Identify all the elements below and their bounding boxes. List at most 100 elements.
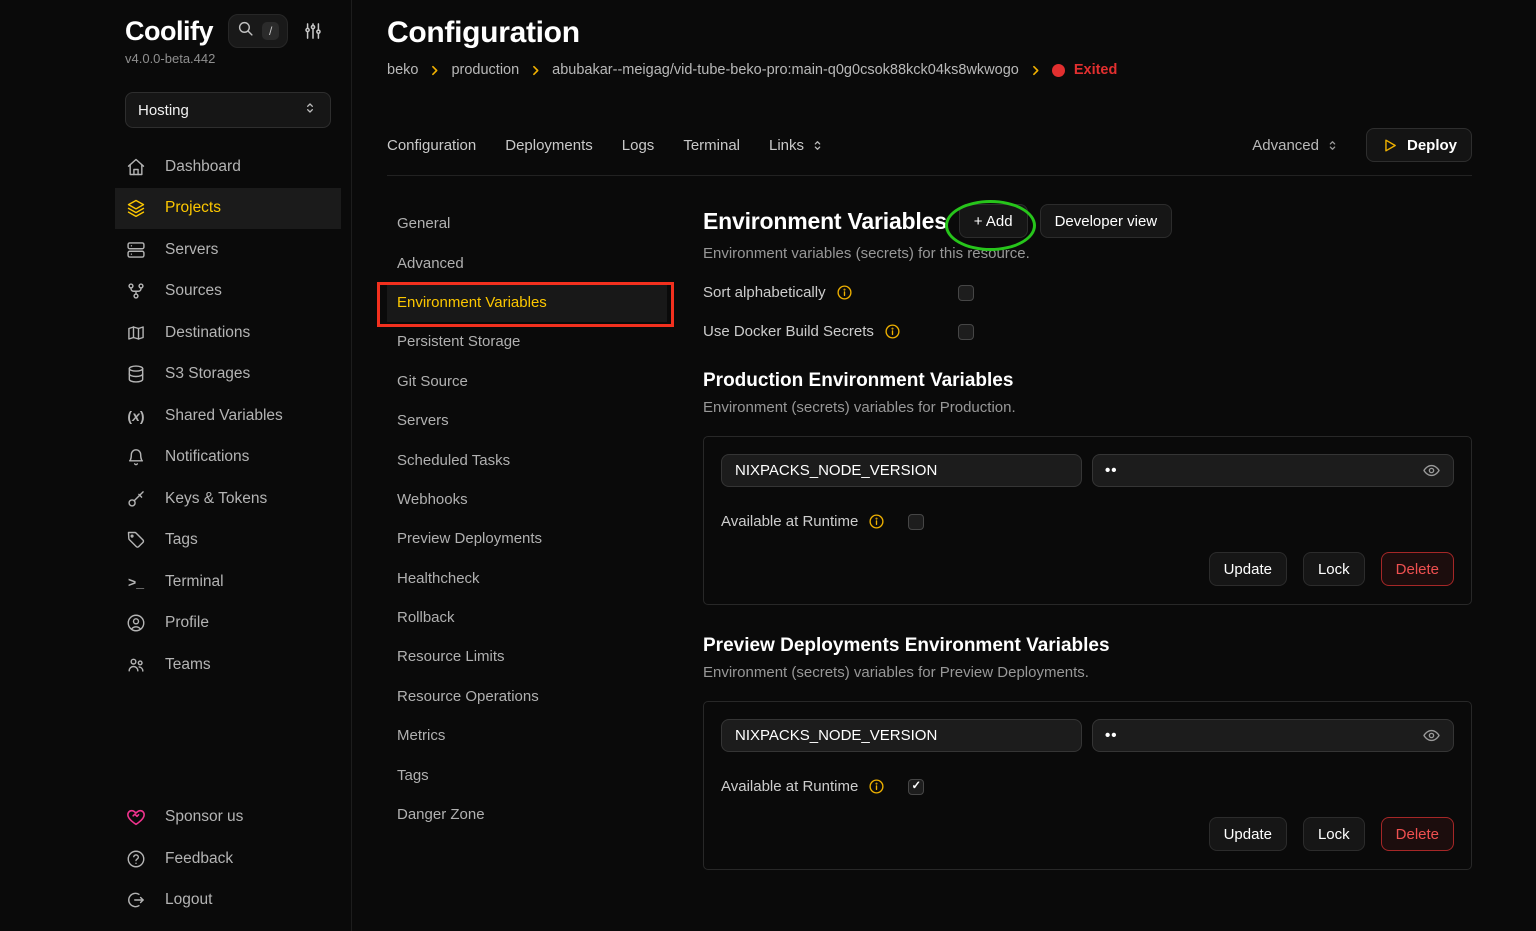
sort-alphabetically-checkbox[interactable] — [958, 285, 974, 301]
sidebar-item-servers[interactable]: Servers — [115, 229, 341, 271]
search-icon — [237, 20, 254, 42]
update-button[interactable]: Update — [1209, 817, 1287, 851]
deploy-button[interactable]: Deploy — [1366, 128, 1472, 162]
available-at-runtime-label: Available at Runtime — [721, 513, 858, 530]
status-badge: Exited — [1052, 62, 1118, 78]
sidebar-item-keys-tokens[interactable]: Keys & Tokens — [115, 478, 341, 520]
available-at-runtime-label: Available at Runtime — [721, 778, 858, 795]
status-dot-icon — [1052, 64, 1065, 77]
production-section-title: Production Environment Variables — [703, 370, 1472, 392]
advanced-dropdown-label: Advanced — [1252, 137, 1319, 154]
info-icon[interactable] — [836, 284, 853, 301]
sidebar-item-shared-variables[interactable]: (x) Shared Variables — [115, 395, 341, 437]
submenu-item-persistent-storage[interactable]: Persistent Storage — [387, 322, 667, 361]
breadcrumb-resource[interactable]: abubakar--meigag/vid-tube-beko-pro:main-… — [552, 62, 1019, 78]
submenu-item-rollback[interactable]: Rollback — [387, 598, 667, 637]
sidebar-item-s3-storages[interactable]: S3 Storages — [115, 354, 341, 396]
docker-build-secrets-checkbox[interactable] — [958, 324, 974, 340]
tab-deployments[interactable]: Deployments — [505, 137, 593, 154]
available-at-runtime-checkbox[interactable] — [908, 514, 924, 530]
submenu-item-resource-limits[interactable]: Resource Limits — [387, 637, 667, 676]
production-variable-card: •• Available at Runtime Update Lock Dele… — [703, 436, 1472, 605]
settings-sliders-icon[interactable] — [303, 21, 323, 41]
deploy-button-label: Deploy — [1407, 137, 1457, 154]
breadcrumb-environment[interactable]: production — [451, 62, 519, 78]
variable-value-field[interactable]: •• — [1092, 719, 1454, 752]
sidebar-item-sponsor-us[interactable]: Sponsor us — [115, 797, 341, 839]
submenu-item-scheduled-tasks[interactable]: Scheduled Tasks — [387, 440, 667, 479]
tab-divider — [387, 175, 1472, 176]
sidebar-item-feedback[interactable]: Feedback — [115, 838, 341, 880]
add-variable-button[interactable]: + Add — [959, 204, 1028, 238]
main-area: Configuration beko production abubakar--… — [352, 0, 1536, 931]
sidebar-item-logout[interactable]: Logout — [115, 880, 341, 922]
breadcrumb: beko production abubakar--meigag/vid-tub… — [387, 62, 1472, 78]
submenu-item-preview-deployments[interactable]: Preview Deployments — [387, 519, 667, 558]
sidebar-item-label: Shared Variables — [165, 407, 283, 425]
update-button[interactable]: Update — [1209, 552, 1287, 586]
tab-terminal[interactable]: Terminal — [683, 137, 740, 154]
sidebar-item-label: Feedback — [165, 850, 233, 868]
production-section-subtitle: Environment (secrets) variables for Prod… — [703, 399, 1472, 416]
submenu-item-metrics[interactable]: Metrics — [387, 716, 667, 755]
variable-key-input[interactable] — [721, 719, 1082, 752]
delete-button[interactable]: Delete — [1381, 552, 1454, 586]
breadcrumb-project[interactable]: beko — [387, 62, 418, 78]
submenu-item-environment-variables[interactable]: Environment Variables — [387, 283, 667, 322]
developer-view-button[interactable]: Developer view — [1040, 204, 1173, 238]
sidebar-item-teams[interactable]: Teams — [115, 644, 341, 686]
tab-configuration[interactable]: Configuration — [387, 137, 476, 154]
status-label: Exited — [1074, 62, 1118, 78]
info-icon[interactable] — [868, 778, 885, 795]
sidebar-item-label: Profile — [165, 614, 209, 632]
bell-icon — [125, 447, 147, 467]
sidebar-item-notifications[interactable]: Notifications — [115, 437, 341, 479]
advanced-dropdown[interactable]: Advanced — [1252, 137, 1340, 154]
git-source-icon — [125, 281, 147, 301]
sidebar-item-dashboard[interactable]: Dashboard — [115, 146, 341, 188]
sidebar-item-destinations[interactable]: Destinations — [115, 312, 341, 354]
lock-button[interactable]: Lock — [1303, 552, 1365, 586]
info-icon[interactable] — [868, 513, 885, 530]
delete-button[interactable]: Delete — [1381, 817, 1454, 851]
sidebar-item-terminal[interactable]: >_ Terminal — [115, 561, 341, 603]
variable-value-masked: •• — [1105, 727, 1422, 744]
sidebar-nav: Dashboard Projects Servers Sources Desti… — [125, 146, 341, 686]
submenu-item-advanced[interactable]: Advanced — [387, 243, 667, 282]
tab-logs[interactable]: Logs — [622, 137, 655, 154]
variable-key-input[interactable] — [721, 454, 1082, 487]
chevron-up-down-icon — [1325, 138, 1340, 153]
sidebar-item-profile[interactable]: Profile — [115, 603, 341, 645]
sidebar-item-sources[interactable]: Sources — [115, 271, 341, 313]
terminal-icon: >_ — [125, 574, 147, 590]
eye-icon[interactable] — [1422, 461, 1441, 480]
tab-bar-right: Advanced Deploy — [1252, 128, 1472, 162]
submenu-item-servers[interactable]: Servers — [387, 401, 667, 440]
tag-icon — [125, 530, 147, 550]
layers-icon — [125, 198, 147, 218]
lock-button[interactable]: Lock — [1303, 817, 1365, 851]
submenu-item-resource-operations[interactable]: Resource Operations — [387, 677, 667, 716]
sidebar-footer: Sponsor us Feedback Logout — [125, 797, 341, 922]
search-button[interactable]: / — [228, 14, 288, 48]
available-at-runtime-checkbox[interactable]: ✓ — [908, 779, 924, 795]
sidebar-item-label: Teams — [165, 656, 211, 674]
variable-value-field[interactable]: •• — [1092, 454, 1454, 487]
sidebar-item-projects[interactable]: Projects — [115, 188, 341, 230]
eye-icon[interactable] — [1422, 726, 1441, 745]
sidebar-item-tags[interactable]: Tags — [115, 520, 341, 562]
submenu-item-danger-zone[interactable]: Danger Zone — [387, 795, 667, 834]
submenu-item-git-source[interactable]: Git Source — [387, 362, 667, 401]
submenu-item-healthcheck[interactable]: Healthcheck — [387, 559, 667, 598]
submenu-item-webhooks[interactable]: Webhooks — [387, 480, 667, 519]
info-icon[interactable] — [884, 323, 901, 340]
available-at-runtime-row: Available at Runtime ✓ — [721, 778, 1454, 795]
variable-icon: (x) — [125, 408, 147, 424]
tab-links[interactable]: Links — [769, 137, 825, 154]
sidebar-item-label: Tags — [165, 531, 198, 549]
submenu-item-tags[interactable]: Tags — [387, 755, 667, 794]
preview-section-title: Preview Deployments Environment Variable… — [703, 635, 1472, 657]
submenu-item-general[interactable]: General — [387, 204, 667, 243]
users-icon — [125, 655, 147, 675]
team-selector[interactable]: Hosting — [125, 92, 331, 128]
